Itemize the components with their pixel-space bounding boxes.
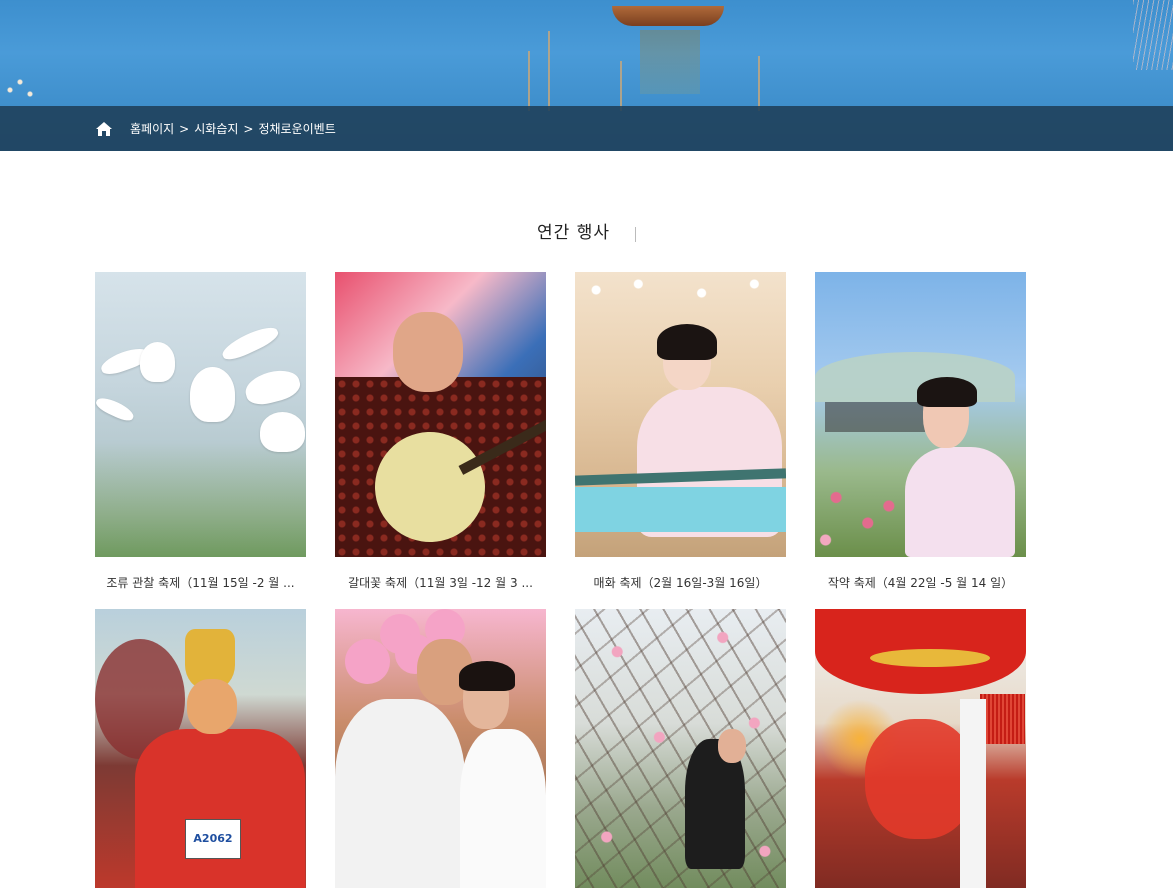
event-photo-monkey-king[interactable]: A2062 [95,609,306,888]
event-card-reed[interactable]: 갈대꽃 축제（11월 3일 -12 월 3 ... [335,272,546,591]
event-photo-couple[interactable] [335,609,546,888]
hero-reed [548,31,550,111]
event-card-peach[interactable] [575,609,786,888]
event-card-couple[interactable] [335,609,546,888]
home-icon[interactable] [95,121,113,137]
breadcrumb-separator: > [243,121,254,136]
event-caption[interactable]: 갈대꽃 축제（11월 3일 -12 월 3 ... [335,574,546,591]
robe-shape [135,729,305,888]
man-shape [335,699,465,888]
event-caption[interactable]: 작약 축제（4월 22일 -5 월 14 일） [815,574,1026,591]
event-card-bird[interactable]: 조류 관찰 축제（11월 15일 -2 월 ... [95,272,306,591]
lantern-band-shape [870,649,990,667]
race-bib: A2062 [185,819,241,859]
event-card-peony[interactable]: 작약 축제（4월 22일 -5 월 14 일） [815,272,1026,591]
breadcrumb: 홈페이지 > 시화습지 > 정채로운이벤트 [130,120,336,137]
event-photo-guitarist[interactable] [335,272,546,557]
event-photo-zither[interactable] [575,272,786,557]
event-caption[interactable]: 조류 관찰 축제（11월 15일 -2 월 ... [95,574,306,591]
hero-banner: 홈페이지 > 시화습지 > 정채로운이벤트 [0,0,1173,151]
hero-grass [1133,0,1173,70]
breadcrumb-bar: 홈페이지 > 시화습지 > 정채로운이벤트 [0,106,1173,151]
section-title-text: 연간 행사 [537,223,636,243]
breadcrumb-separator: > [179,121,190,136]
tassel-shape [980,694,1025,744]
event-card-plum[interactable]: 매화 축제（2월 16일-3월 16일） [575,272,786,591]
bird-shape [140,342,175,382]
event-photo-lanterns[interactable] [815,609,1026,888]
hair-shape [917,377,977,407]
event-photo-birds[interactable] [95,272,306,557]
head-shape [718,729,746,763]
hero-flowers [0,66,50,106]
pole-shape [960,699,986,888]
breadcrumb-item-wetland[interactable]: 시화습지 [194,120,238,137]
blossom-shape [575,609,786,888]
head-shape [393,312,463,392]
event-photo-umbrella[interactable] [815,272,1026,557]
bird-shape [219,322,281,364]
face-shape [187,679,237,734]
lantern-shape [865,719,975,839]
hero-reed [758,56,760,111]
event-caption[interactable]: 매화 축제（2월 16일-3월 16일） [575,574,786,591]
boat-reflection [640,30,700,94]
bird-shape [242,365,303,409]
hero-reed [620,61,622,111]
blossom-shape [575,272,786,332]
breadcrumb-item-events[interactable]: 정채로운이벤트 [258,120,335,137]
bird-shape [260,412,305,452]
boat-image [612,6,724,26]
bird-shape [95,394,137,424]
figure-shape [905,447,1015,557]
event-card-lantern[interactable] [815,609,1026,888]
bird-shape [190,367,235,422]
hair-shape [657,324,717,360]
event-photo-peach-blossom[interactable] [575,609,786,888]
section-title: 연간 행사 [0,218,1173,243]
hair-shape [459,661,515,691]
woman-shape [460,729,546,888]
breadcrumb-item-home[interactable]: 홈페이지 [130,120,174,137]
skirt-shape [575,487,786,532]
hero-reed [528,51,530,111]
pavilion-shape [825,402,925,432]
umbrella-shape [815,352,1015,402]
event-card-marathon[interactable]: A2062 [95,609,306,888]
